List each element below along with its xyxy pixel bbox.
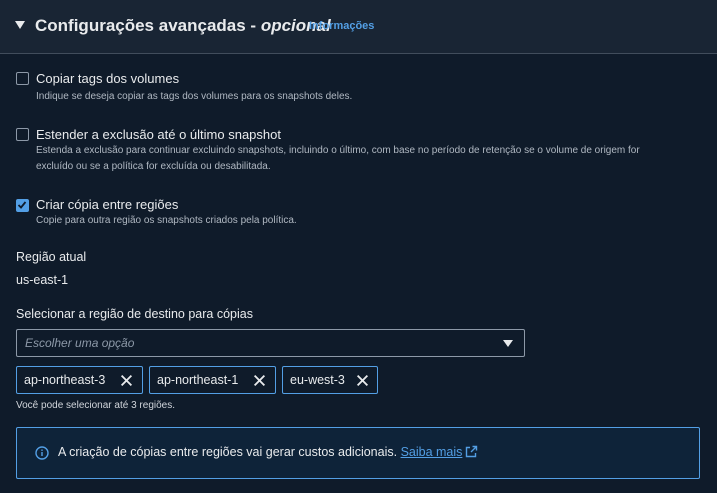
dropdown-arrow-icon [503, 340, 513, 347]
current-region-value: us-east-1 [16, 273, 69, 287]
cross-region-copy-checkbox[interactable] [16, 199, 29, 212]
copy-tags-checkbox[interactable] [16, 72, 29, 85]
external-link-icon[interactable] [465, 445, 478, 458]
learn-more-link[interactable]: Saiba mais [401, 445, 463, 459]
cross-region-copy-description: Copie para outra região os snapshots cri… [36, 215, 297, 226]
title-separator: - [245, 16, 261, 35]
copy-tags-description: Indique se deseja copiar as tags dos vol… [36, 91, 353, 102]
checkmark-icon [17, 201, 27, 209]
remove-token-icon[interactable] [356, 374, 369, 387]
region-token-label: ap-northeast-1 [157, 373, 239, 387]
info-link[interactable]: Informações [309, 20, 374, 32]
extend-deletion-label[interactable]: Estender a exclusão até o último snapsho… [36, 127, 281, 142]
alert-message: A criação de cópias entre regiões vai ge… [58, 445, 478, 459]
region-token: ap-northeast-1 [149, 366, 276, 394]
extend-deletion-description: Estenda a exclusão para continuar exclui… [36, 143, 706, 175]
cross-region-copy-label[interactable]: Criar cópia entre regiões [36, 197, 178, 212]
selection-limit-hint: Você pode selecionar até 3 regiões. [16, 400, 175, 411]
remove-token-icon[interactable] [120, 374, 133, 387]
region-token-label: ap-northeast-3 [24, 373, 106, 387]
destination-region-label: Selecionar a região de destino para cópi… [16, 307, 253, 321]
section-title: Configurações avançadas - opcional [35, 16, 331, 36]
info-icon [35, 446, 49, 460]
region-token-label: eu-west-3 [290, 373, 345, 387]
current-region-label: Região atual [16, 250, 87, 264]
extend-deletion-description-line1: Estenda a exclusão para continuar exclui… [36, 145, 640, 156]
alert-text: A criação de cópias entre regiões vai ge… [58, 445, 401, 459]
section-header[interactable]: Configurações avançadas - opcional Infor… [0, 0, 717, 54]
extend-deletion-description-line2: excluído ou se a política for excluída o… [36, 161, 271, 172]
extend-deletion-checkbox[interactable] [16, 128, 29, 141]
select-placeholder: Escolher uma opção [25, 336, 135, 350]
region-token: eu-west-3 [282, 366, 378, 394]
caret-down-icon[interactable] [15, 21, 25, 29]
remove-token-icon[interactable] [253, 374, 266, 387]
info-alert: A criação de cópias entre regiões vai ge… [16, 427, 700, 479]
section-title-text: Configurações avançadas [35, 16, 246, 35]
destination-region-select[interactable]: Escolher uma opção [16, 329, 525, 357]
region-token: ap-northeast-3 [16, 366, 143, 394]
copy-tags-label[interactable]: Copiar tags dos volumes [36, 71, 179, 86]
